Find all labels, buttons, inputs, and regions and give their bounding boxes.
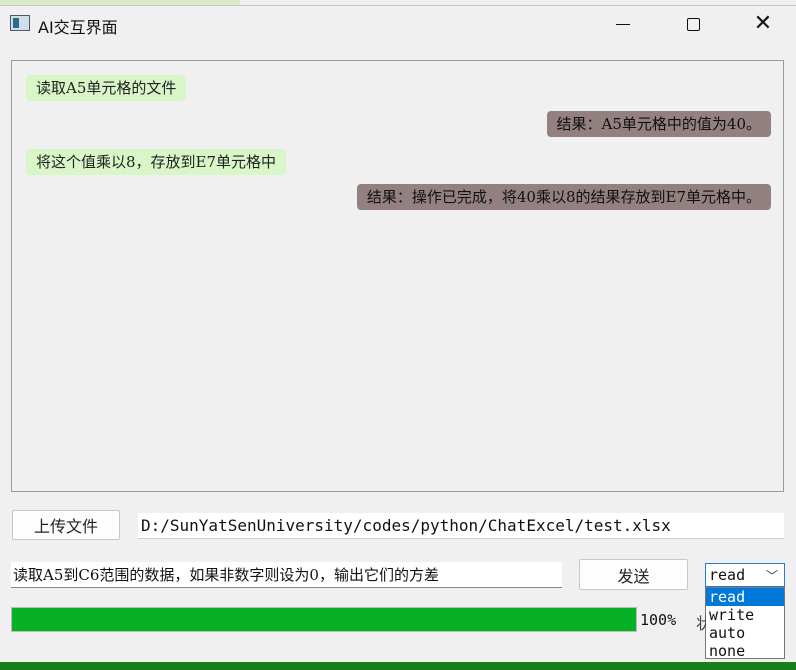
- progress-fill: [12, 608, 636, 631]
- send-button[interactable]: 发送: [579, 559, 688, 590]
- chat-history[interactable]: 读取A5单元格的文件 结果：A5单元格中的值为40。 将这个值乘以8，存放到E7…: [11, 60, 784, 492]
- ai-message: 结果：操作已完成，将40乘以8的结果存放到E7单元格中。: [356, 184, 771, 210]
- upload-file-button[interactable]: 上传文件: [12, 510, 120, 540]
- chevron-down-icon: ﹀: [765, 569, 778, 583]
- close-icon: ✕: [753, 11, 773, 36]
- maximize-icon: [686, 17, 700, 31]
- window-title: AI交互界面: [38, 18, 118, 37]
- close-button[interactable]: ✕: [738, 6, 788, 42]
- maximize-button[interactable]: [668, 6, 718, 42]
- mode-option-none[interactable]: none: [706, 642, 784, 660]
- status-label: 状: [696, 614, 706, 633]
- mode-select[interactable]: read ﹀: [705, 563, 785, 587]
- mode-option-auto[interactable]: auto: [706, 624, 784, 642]
- mode-option-read[interactable]: read: [706, 588, 784, 606]
- title-bar: AI交互界面 ✕: [0, 5, 796, 44]
- mode-dropdown-list: read write auto none: [705, 587, 785, 660]
- user-message: 将这个值乘以8，存放到E7单元格中: [26, 149, 287, 175]
- app-icon: [10, 15, 30, 31]
- app-window: AI交互界面 ✕ 读取A5单元格的文件 结果：A5单元格中的值为40。 将这个值…: [0, 0, 796, 670]
- query-input[interactable]: 读取A5到C6范围的数据，如果非数字则设为0，输出它们的方差: [11, 562, 562, 588]
- mode-selected-value: read: [709, 566, 746, 584]
- ai-message: 结果：A5单元格中的值为40。: [546, 111, 771, 137]
- mode-option-write[interactable]: write: [706, 606, 784, 624]
- progress-percent: 100%: [640, 611, 677, 629]
- progress-bar: [11, 607, 637, 632]
- bottom-edge: [0, 662, 796, 670]
- user-message: 读取A5单元格的文件: [26, 75, 187, 101]
- minimize-button[interactable]: [598, 6, 648, 42]
- file-path-field[interactable]: D:/SunYatSenUniversity/codes/python/Chat…: [138, 513, 784, 539]
- minimize-icon: [616, 23, 630, 25]
